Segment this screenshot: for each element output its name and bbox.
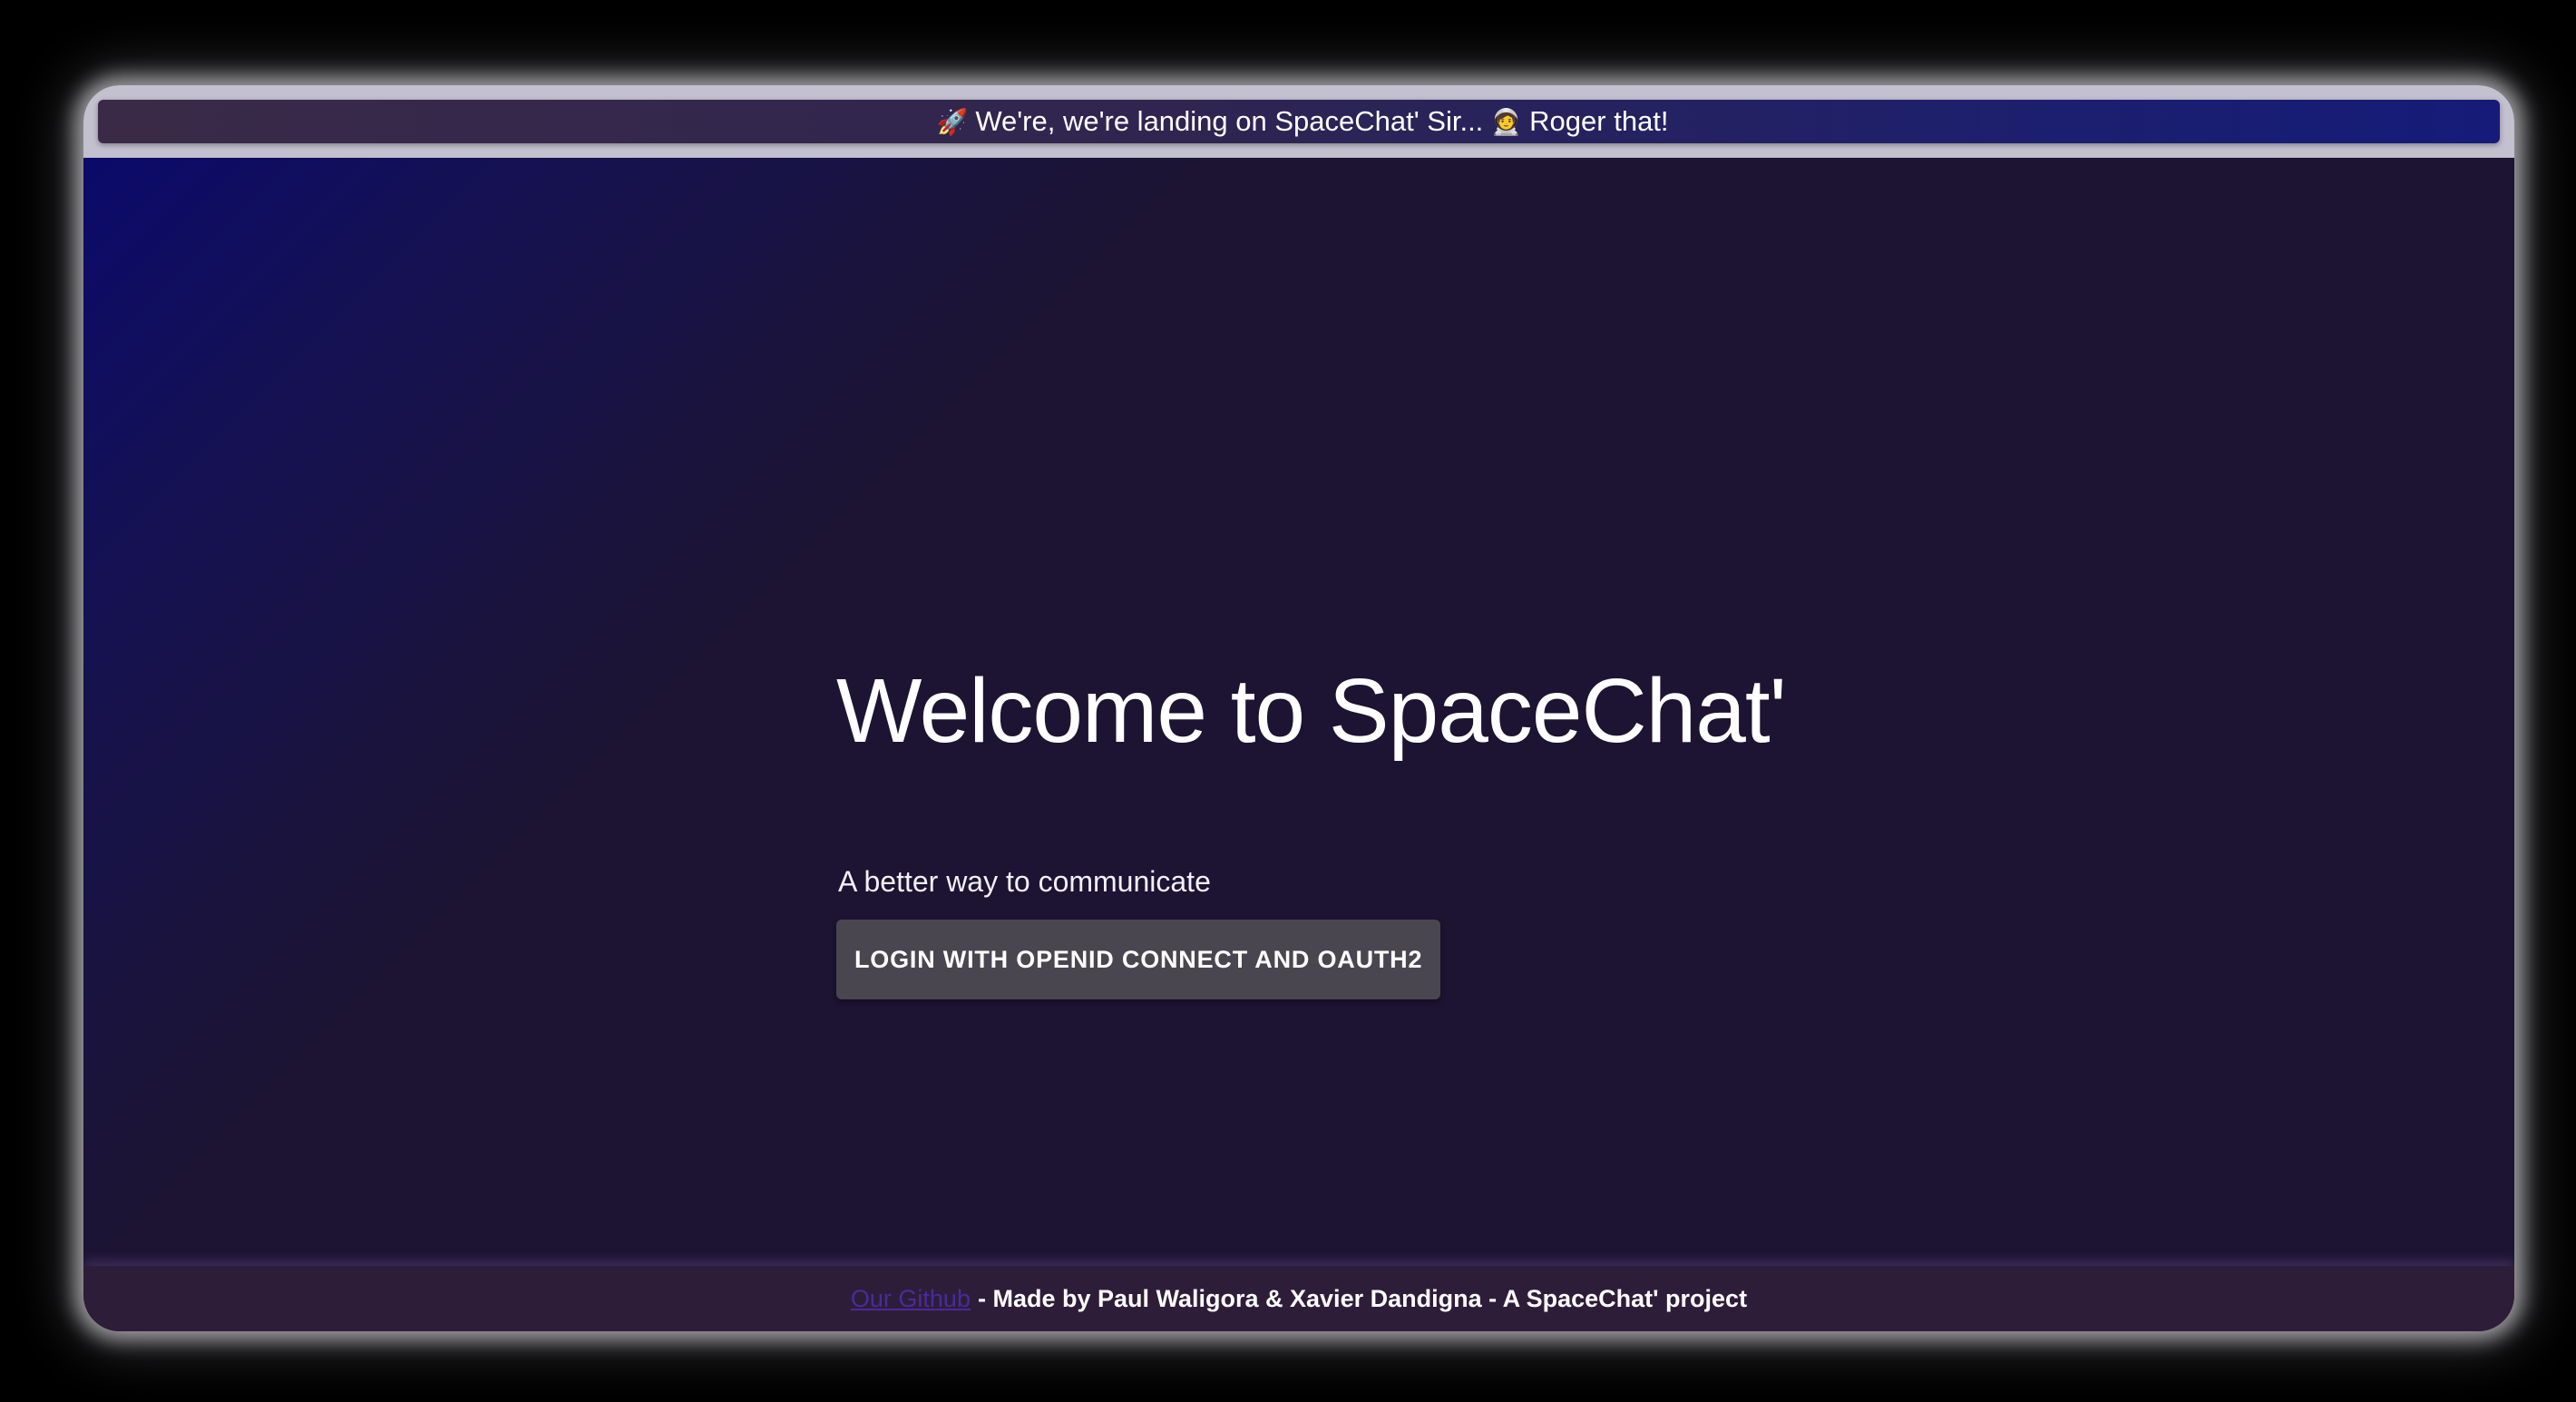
footer: Our Github - Made by Paul Waligora & Xav… — [83, 1266, 2514, 1331]
astronaut-icon: 🧑‍🚀 — [1490, 106, 1523, 137]
header-bar: 🚀 We're, we're landing on SpaceChat' Sir… — [83, 85, 2514, 158]
github-link[interactable]: Our Github — [851, 1285, 971, 1313]
banner-text-start: We're, we're landing on SpaceChat' Sir..… — [975, 105, 1484, 137]
login-button[interactable]: LOGIN WITH OPENID CONNECT AND OAUTH2 — [836, 920, 1441, 999]
page-title: Welcome to SpaceChat' — [836, 660, 1787, 762]
banner-text-end: Roger that! — [1529, 105, 1669, 137]
hero-section: Welcome to SpaceChat' A better way to co… — [836, 660, 1787, 999]
announcement-banner: 🚀 We're, we're landing on SpaceChat' Sir… — [98, 100, 2500, 143]
page-subtitle: A better way to communicate — [838, 865, 1211, 898]
main-content: Welcome to SpaceChat' A better way to co… — [83, 158, 2514, 1266]
rocket-icon: 🚀 — [936, 106, 969, 137]
app-window: 🚀 We're, we're landing on SpaceChat' Sir… — [83, 85, 2514, 1331]
footer-credits: - Made by Paul Waligora & Xavier Dandign… — [977, 1284, 1748, 1312]
